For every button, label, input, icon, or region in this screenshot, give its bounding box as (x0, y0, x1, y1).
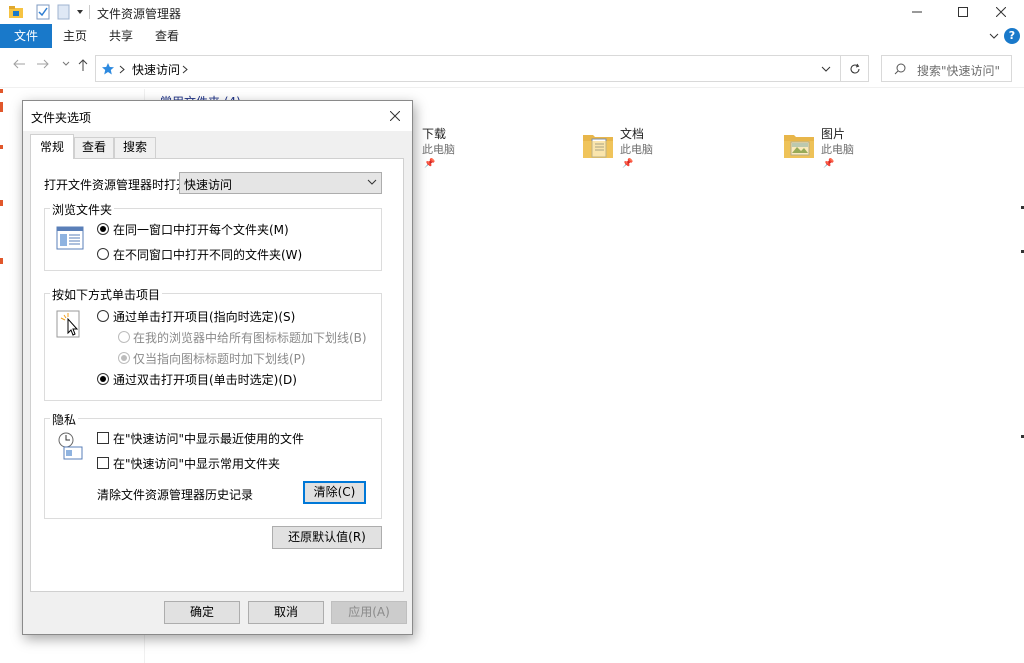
chevron-down-icon (62, 61, 70, 66)
forward-button[interactable] (34, 58, 52, 74)
documents-folder-icon (583, 135, 613, 158)
folder-name: 下载 (422, 127, 447, 141)
tab-search[interactable]: 搜索 (114, 137, 156, 158)
tab-view[interactable]: 查看 (144, 24, 190, 48)
double-click-label[interactable]: 通过双击打开项目(单击时选定)(D) (113, 371, 297, 388)
address-history-chevron-icon[interactable] (821, 66, 831, 73)
nav-marker (0, 89, 3, 93)
quick-access-toolbar-dropdown-icon[interactable] (76, 8, 84, 16)
folder-app-icon[interactable] (8, 4, 24, 20)
underline-browser-label[interactable]: 在我的浏览器中给所有图标标题加下划线(B) (133, 329, 367, 346)
pictures-folder-icon (784, 135, 814, 158)
ribbon-tabs: 文件 主页 共享 查看 ? (0, 24, 1024, 48)
chevron-down-icon (367, 179, 377, 185)
ok-button[interactable]: 确定 (164, 601, 240, 624)
privacy-clock-icon (58, 432, 83, 460)
new-folder-icon[interactable] (57, 4, 71, 20)
folder-name: 文档 (620, 127, 645, 141)
dialog-close-button[interactable] (384, 105, 406, 127)
click-cursor-icon (56, 310, 80, 338)
folder-tile-documents[interactable]: 文档 此电脑 📌 (582, 121, 762, 181)
folder-tile-pictures[interactable]: 图片 此电脑 📌 (783, 121, 963, 181)
refresh-icon (850, 63, 860, 74)
tab-file[interactable]: 文件 (0, 24, 52, 48)
toolbar-divider (89, 5, 90, 19)
up-button[interactable] (74, 58, 92, 76)
underline-point-label[interactable]: 仅当指向图标标题时加下划线(P) (133, 350, 306, 367)
up-arrow-icon (78, 59, 88, 71)
folder-location: 此电脑 (422, 143, 455, 156)
properties-icon[interactable] (36, 4, 50, 20)
address-row: 快速访问 搜索"快速访问" (0, 48, 1024, 88)
click-items-title: 按如下方式单击项目 (50, 286, 163, 303)
file-explorer-window: 文件资源管理器 文件 主页 共享 查看 ? 快速访问 搜索"快速访问" 下载 此… (0, 0, 1024, 663)
tab-share[interactable]: 共享 (98, 24, 144, 48)
recent-files-checkbox[interactable] (97, 432, 109, 444)
breadcrumb-quick-access[interactable]: 快速访问 (132, 61, 180, 78)
apply-button[interactable]: 应用(A) (331, 601, 407, 624)
tab-home[interactable]: 主页 (52, 24, 98, 48)
open-explorer-label: 打开文件资源管理器时打开: (44, 178, 193, 192)
recent-locations-button[interactable] (57, 58, 75, 74)
underline-point-radio[interactable] (118, 352, 130, 364)
back-button[interactable] (10, 58, 28, 74)
folder-name: 图片 (821, 127, 846, 141)
folder-options-dialog: 文件夹选项 常规 查看 搜索 打开文件资源管理器时打开: 快速访问 浏览文件夹 … (22, 100, 413, 635)
recent-files-label[interactable]: 在"快速访问"中显示最近使用的文件 (113, 430, 304, 447)
pin-icon: 📌 (823, 159, 835, 169)
frequent-folders-label[interactable]: 在"快速访问"中显示常用文件夹 (113, 455, 280, 472)
restore-defaults-button[interactable]: 还原默认值(R) (272, 526, 382, 549)
frequent-folders-checkbox[interactable] (97, 457, 109, 469)
folder-location: 此电脑 (620, 143, 653, 156)
window-title: 文件资源管理器 (97, 7, 182, 21)
same-window-radio[interactable] (97, 223, 109, 235)
dialog-title-bar[interactable]: 文件夹选项 (23, 101, 412, 131)
single-click-radio[interactable] (97, 310, 109, 322)
browse-folders-title: 浏览文件夹 (50, 201, 115, 218)
new-window-radio[interactable] (97, 248, 109, 260)
new-window-label[interactable]: 在不同窗口中打开不同的文件夹(W) (113, 246, 302, 263)
back-arrow-icon (13, 59, 25, 69)
minimize-button[interactable] (894, 0, 940, 24)
clear-history-button[interactable]: 清除(C) (303, 481, 366, 504)
close-icon (390, 111, 400, 121)
same-window-label[interactable]: 在同一窗口中打开每个文件夹(M) (113, 221, 289, 238)
clear-history-label: 清除文件资源管理器历史记录 (97, 488, 254, 502)
search-placeholder: 搜索"快速访问" (917, 64, 1001, 78)
minimize-icon (912, 11, 922, 13)
search-icon (894, 63, 906, 75)
address-bar[interactable]: 快速访问 (95, 55, 841, 82)
maximize-icon (958, 7, 968, 17)
star-icon (102, 63, 114, 75)
help-icon[interactable]: ? (1004, 28, 1020, 44)
single-click-label[interactable]: 通过单击打开项目(指向时选定)(S) (113, 308, 295, 325)
close-button[interactable] (978, 0, 1024, 24)
nav-marker (0, 200, 3, 206)
browse-window-icon (56, 226, 84, 250)
general-tab-panel: 打开文件资源管理器时打开: 快速访问 浏览文件夹 在同一窗口中打开每个文件夹(M… (30, 158, 404, 592)
tab-view[interactable]: 查看 (74, 137, 114, 158)
search-box[interactable]: 搜索"快速访问" (881, 55, 1012, 82)
nav-marker (0, 258, 3, 264)
tab-general[interactable]: 常规 (30, 134, 74, 159)
pin-icon: 📌 (424, 159, 436, 169)
title-bar: 文件资源管理器 (0, 0, 1024, 24)
nav-marker (0, 145, 3, 149)
close-icon (996, 7, 1006, 17)
refresh-button[interactable] (841, 55, 869, 82)
folder-location: 此电脑 (821, 143, 854, 156)
cancel-button[interactable]: 取消 (248, 601, 324, 624)
breadcrumb-chevron-icon (119, 65, 125, 74)
open-explorer-select[interactable]: 快速访问 (179, 172, 382, 194)
ribbon-expand-icon[interactable] (989, 33, 999, 41)
breadcrumb-chevron-icon[interactable] (182, 65, 188, 74)
dialog-title: 文件夹选项 (31, 111, 92, 125)
open-explorer-value: 快速访问 (184, 178, 233, 192)
underline-browser-radio[interactable] (118, 331, 130, 343)
double-click-radio[interactable] (97, 373, 109, 385)
nav-marker (0, 102, 3, 112)
privacy-title: 隐私 (50, 411, 79, 428)
forward-arrow-icon (37, 59, 49, 69)
pin-icon: 📌 (622, 159, 634, 169)
